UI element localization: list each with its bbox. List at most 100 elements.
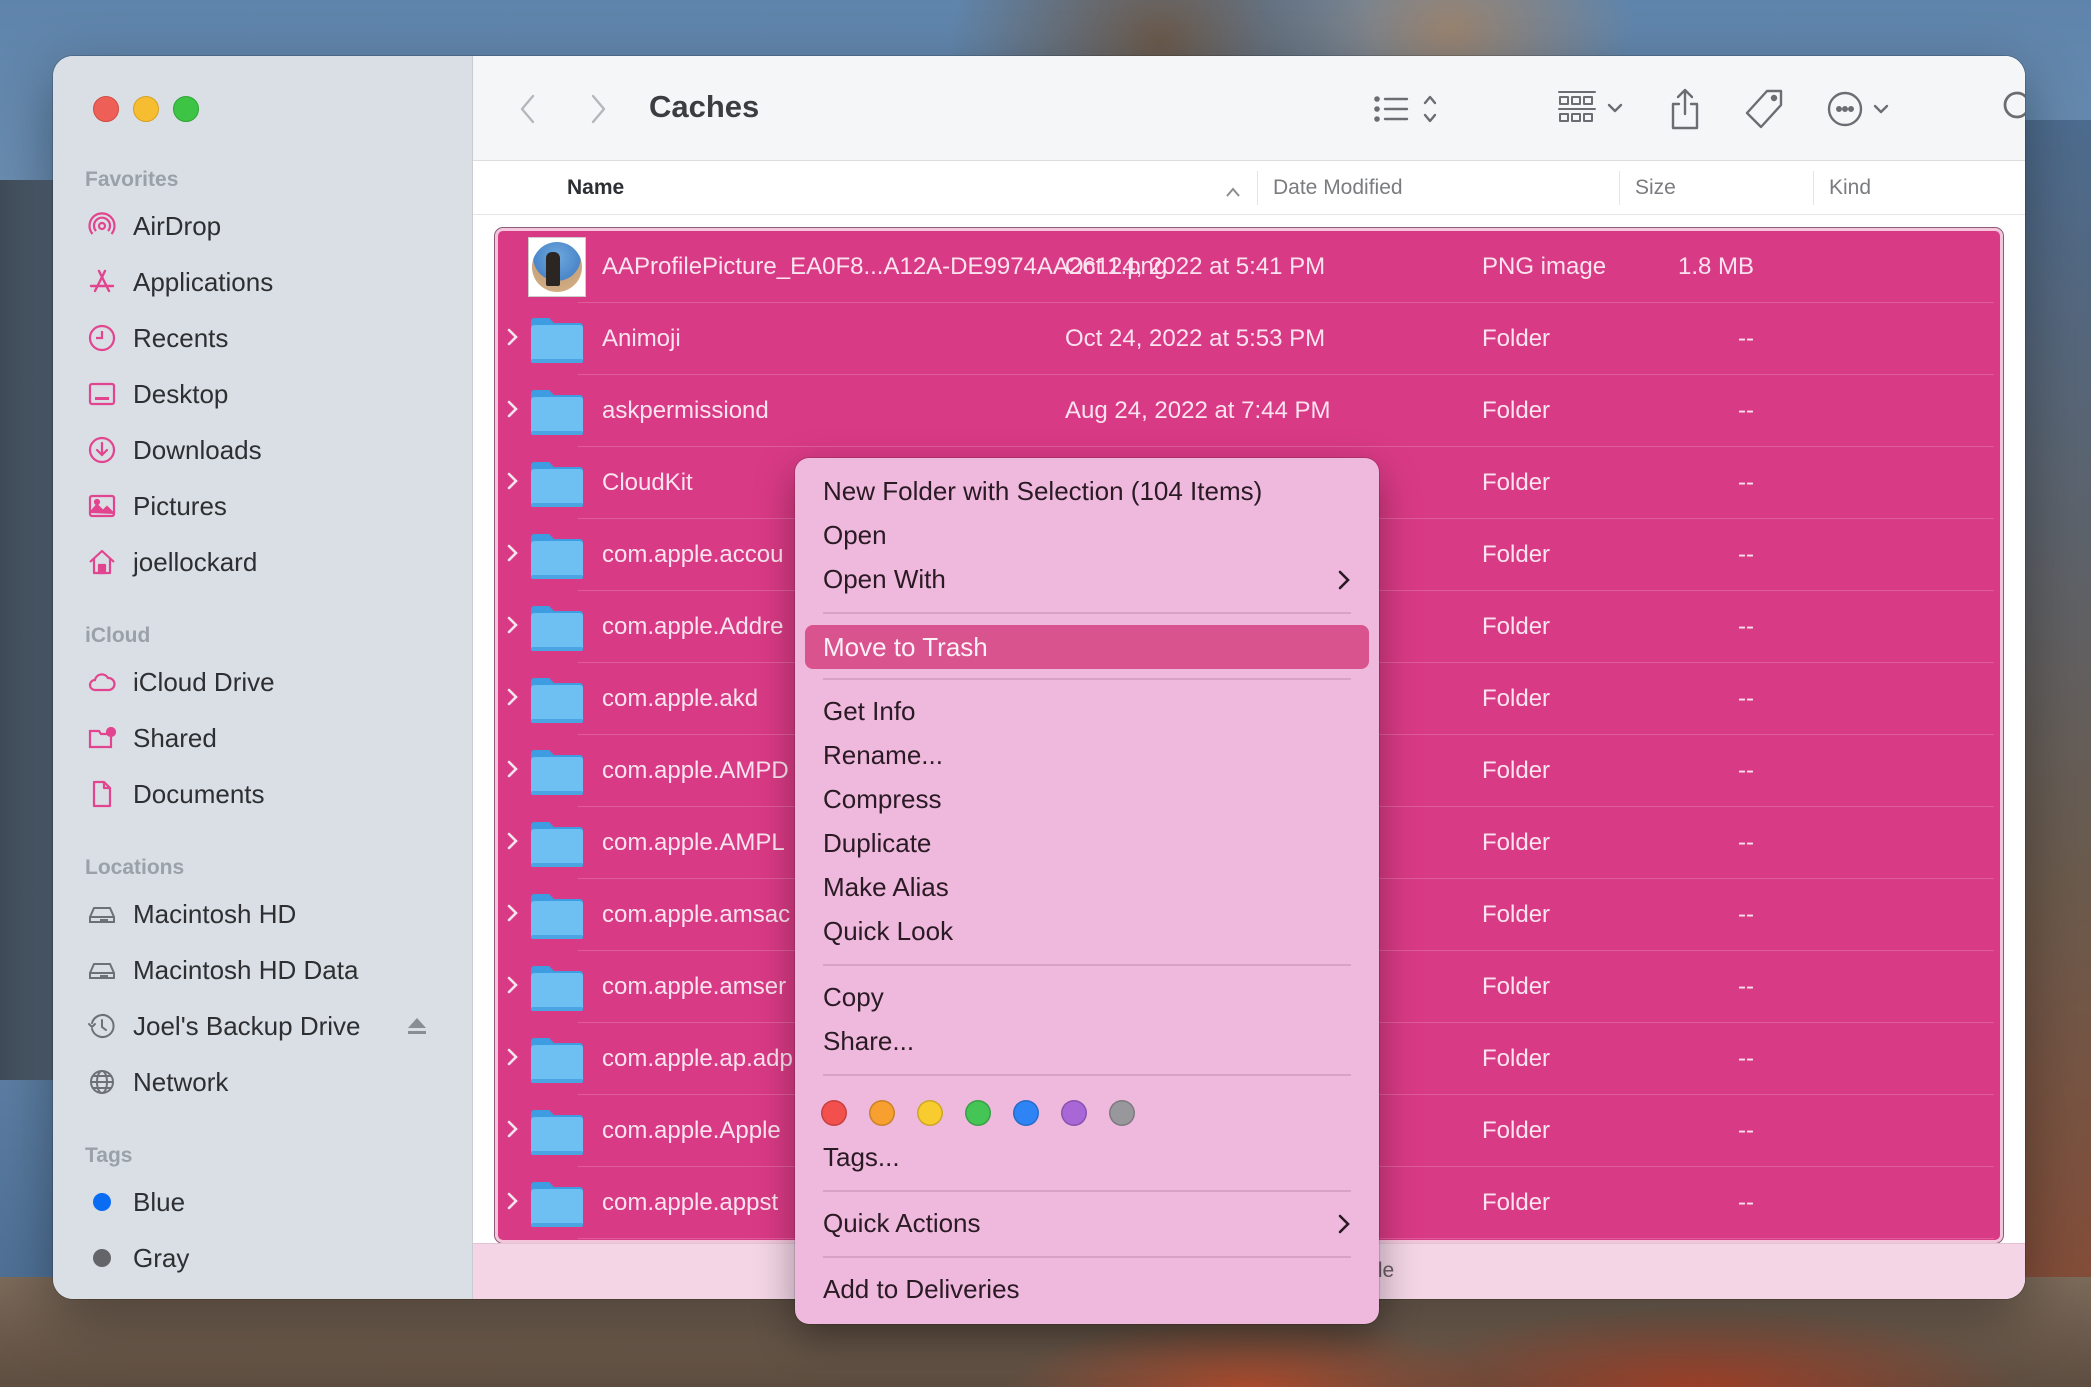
- sidebar-item-pictures[interactable]: Pictures: [85, 486, 455, 526]
- minimize-button[interactable]: [133, 96, 159, 122]
- tag-dot-icon: [85, 1241, 119, 1275]
- menu-item-open[interactable]: Open: [823, 520, 887, 551]
- menu-item-duplicate[interactable]: Duplicate: [823, 828, 931, 859]
- file-size: --: [1738, 469, 1754, 496]
- disclosure-chevron-icon[interactable]: [504, 1117, 522, 1141]
- sidebar-item-airdrop[interactable]: AirDrop: [85, 206, 455, 246]
- tag-color-red[interactable]: [821, 1100, 847, 1126]
- file-kind: PNG image: [1482, 253, 1607, 280]
- time-machine-icon: [85, 1009, 119, 1043]
- view-options-button[interactable]: [1373, 86, 1453, 132]
- share-button[interactable]: [1665, 86, 1705, 132]
- sidebar-item-label: AirDrop: [133, 210, 222, 241]
- disclosure-chevron-icon[interactable]: [504, 829, 522, 853]
- disclosure-chevron-icon[interactable]: [504, 973, 522, 997]
- sidebar-item-applications[interactable]: Applications: [85, 262, 455, 302]
- forward-chevron-icon: [591, 94, 606, 124]
- tag-color-yellow[interactable]: [917, 1100, 943, 1126]
- disclosure-chevron-icon[interactable]: [504, 901, 522, 925]
- menu-item-quick-look[interactable]: Quick Look: [823, 916, 953, 947]
- zoom-button[interactable]: [173, 96, 199, 122]
- column-name[interactable]: Name: [567, 176, 624, 200]
- column-kind[interactable]: Kind: [1829, 176, 1871, 200]
- menu-separator: [823, 1074, 1351, 1076]
- sidebar-item-desktop[interactable]: Desktop: [85, 374, 455, 414]
- menu-item-new-folder-with-selection-104-items[interactable]: New Folder with Selection (104 Items): [823, 476, 1262, 507]
- sidebar-item-network[interactable]: Network: [85, 1062, 455, 1102]
- file-row[interactable]: Animoji Oct 24, 2022 at 5:53 PM -- Folder: [498, 303, 2000, 375]
- disclosure-chevron-icon[interactable]: [504, 1045, 522, 1069]
- column-size[interactable]: Size: [1635, 176, 1676, 200]
- column-separator[interactable]: [1813, 171, 1814, 205]
- menu-item-rename[interactable]: Rename...: [823, 740, 943, 771]
- sidebar-item-label: iCloud Drive: [133, 666, 275, 697]
- wallpaper-left: [0, 180, 60, 1080]
- disclosure-chevron-icon[interactable]: [504, 541, 522, 565]
- column-separator[interactable]: [1619, 171, 1620, 205]
- tag-color-gray[interactable]: [1109, 1100, 1135, 1126]
- menu-item-copy[interactable]: Copy: [823, 982, 884, 1013]
- menu-item-get-info[interactable]: Get Info: [823, 696, 916, 727]
- menu-separator: [823, 612, 1351, 614]
- sidebar-item-home[interactable]: joellockard: [85, 542, 455, 582]
- column-date-modified[interactable]: Date Modified: [1273, 176, 1403, 200]
- tag-color-orange[interactable]: [869, 1100, 895, 1126]
- tag-button[interactable]: [1743, 86, 1787, 132]
- sidebar-item-label: Network: [133, 1066, 229, 1097]
- tag-color-green[interactable]: [965, 1100, 991, 1126]
- disclosure-chevron-icon[interactable]: [504, 325, 522, 349]
- menu-item-make-alias[interactable]: Make Alias: [823, 872, 949, 903]
- sidebar-tag-gray[interactable]: Gray: [85, 1238, 455, 1278]
- file-kind: Folder: [1482, 685, 1551, 712]
- sidebar-item-label: Joel's Backup Drive: [133, 1010, 361, 1041]
- sort-ascending-icon: [1226, 187, 1240, 197]
- folder-icon: [531, 462, 583, 507]
- sidebar-item-downloads[interactable]: Downloads: [85, 430, 455, 470]
- menu-item-share[interactable]: Share...: [823, 1026, 914, 1057]
- sidebar-item-documents[interactable]: Documents: [85, 774, 455, 814]
- clock-icon: [85, 321, 119, 355]
- forward-button[interactable]: [583, 86, 613, 132]
- menu-separator: [823, 964, 1351, 966]
- disclosure-chevron-icon[interactable]: [504, 397, 522, 421]
- tag-color-purple[interactable]: [1061, 1100, 1087, 1126]
- file-name: com.apple.akd: [602, 685, 759, 712]
- section-favorites: Favorites: [85, 168, 179, 191]
- menu-item-move-to-trash[interactable]: Move to Trash: [805, 625, 1369, 669]
- cloud-icon: [85, 665, 119, 699]
- sidebar-item-macintosh-hd[interactable]: Macintosh HD: [85, 894, 455, 934]
- menu-item-compress[interactable]: Compress: [823, 784, 941, 815]
- menu-item-add-to-deliveries[interactable]: Add to Deliveries: [823, 1274, 1020, 1305]
- disclosure-chevron-icon[interactable]: [504, 469, 522, 493]
- back-button[interactable]: [513, 86, 543, 132]
- tag-color-blue[interactable]: [1013, 1100, 1039, 1126]
- column-separator[interactable]: [1257, 171, 1258, 205]
- menu-item-open-with[interactable]: Open With: [823, 564, 946, 595]
- file-row[interactable]: AAProfilePicture_EA0F8...A12A-DE9974AA26…: [498, 231, 2000, 303]
- search-button[interactable]: [2001, 86, 2025, 132]
- folder-icon: [531, 606, 583, 651]
- file-size: --: [1738, 325, 1754, 352]
- sidebar-item-shared[interactable]: Shared: [85, 718, 455, 758]
- sidebar-item-label: Macintosh HD Data: [133, 954, 359, 985]
- sidebar-item-recents[interactable]: Recents: [85, 318, 455, 358]
- sidebar-item-icloud-drive[interactable]: iCloud Drive: [85, 662, 455, 702]
- sidebar-tag-blue[interactable]: Blue: [85, 1182, 455, 1222]
- group-button[interactable]: [1557, 86, 1633, 132]
- file-size: --: [1738, 541, 1754, 568]
- file-row[interactable]: askpermissiond Aug 24, 2022 at 7:44 PM -- F…: [498, 375, 2000, 447]
- disclosure-chevron-icon[interactable]: [504, 685, 522, 709]
- close-button[interactable]: [93, 96, 119, 122]
- more-actions-button[interactable]: [1827, 86, 1899, 132]
- menu-item-tags[interactable]: Tags...: [823, 1142, 900, 1173]
- menu-item-quick-actions[interactable]: Quick Actions: [823, 1208, 981, 1239]
- disclosure-chevron-icon[interactable]: [504, 757, 522, 781]
- sidebar-item-backup-drive[interactable]: Joel's Backup Drive: [85, 1006, 455, 1046]
- sidebar-item-macintosh-hd-data[interactable]: Macintosh HD Data: [85, 950, 455, 990]
- menu-separator: [823, 678, 1351, 680]
- disclosure-chevron-icon[interactable]: [504, 613, 522, 637]
- file-kind: Folder: [1482, 1189, 1551, 1216]
- disclosure-chevron-icon[interactable]: [504, 1189, 522, 1213]
- file-size: --: [1738, 613, 1754, 640]
- eject-icon[interactable]: [403, 1012, 431, 1040]
